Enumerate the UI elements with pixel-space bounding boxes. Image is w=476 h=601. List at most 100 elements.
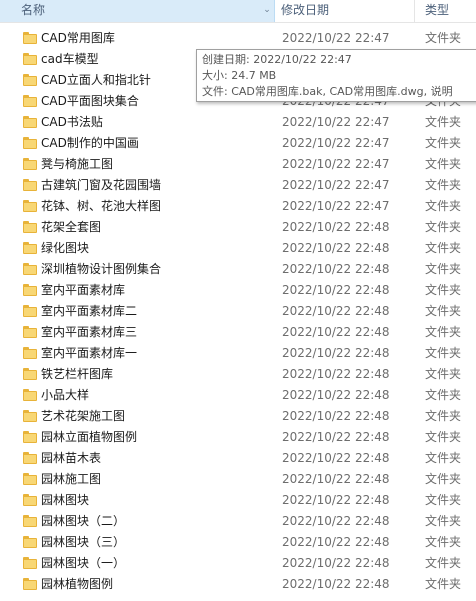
file-modified-date: 2022/10/22 22:48 [282,388,390,402]
file-modified-date: 2022/10/22 22:48 [282,346,390,360]
file-modified-date: 2022/10/22 22:48 [282,325,390,339]
file-type: 文件夹 [425,556,462,570]
file-modified-date: 2022/10/22 22:48 [282,556,390,570]
file-type: 文件夹 [425,493,462,507]
file-name: CAD制作的中国画 [41,136,139,150]
file-type: 文件夹 [425,178,462,192]
file-row[interactable]: 花架全套图 2022/10/22 22:48 文件夹 [0,217,476,238]
file-modified-date: 2022/10/22 22:47 [282,157,390,171]
file-row[interactable]: 古建筑门窗及花园围墙 2022/10/22 22:47 文件夹 [0,175,476,196]
file-modified-date: 2022/10/22 22:48 [282,472,390,486]
file-type: 文件夹 [425,136,462,150]
file-type: 文件夹 [425,241,462,255]
file-row[interactable]: 园林苗木表 2022/10/22 22:48 文件夹 [0,448,476,469]
file-modified-date: 2022/10/22 22:47 [282,178,390,192]
folder-icon [23,578,37,590]
file-name: 室内平面素材库一 [41,346,138,360]
file-type: 文件夹 [425,220,462,234]
file-type: 文件夹 [425,367,462,381]
folder-icon [23,242,37,254]
file-row[interactable]: 园林图块（三） 2022/10/22 22:48 文件夹 [0,532,476,553]
file-name: 小品大样 [41,388,90,402]
folder-icon [23,515,37,527]
folder-icon [23,284,37,296]
file-type: 文件夹 [425,514,462,528]
file-list: CAD常用图库 2022/10/22 22:47 文件夹 cad车模型 2022/10/… [0,28,476,595]
file-type: 文件夹 [425,115,462,129]
file-type: 文件夹 [425,304,462,318]
file-type: 文件夹 [425,283,462,297]
file-name: cad车模型 [41,52,99,66]
file-modified-date: 2022/10/22 22:48 [282,409,390,423]
file-modified-date: 2022/10/22 22:48 [282,367,390,381]
folder-icon [23,494,37,506]
column-header-date-label: 修改日期 [281,3,330,17]
file-row[interactable]: CAD常用图库 2022/10/22 22:47 文件夹 [0,28,476,49]
file-row[interactable]: 室内平面素材库二 2022/10/22 22:48 文件夹 [0,301,476,322]
file-row[interactable]: CAD书法贴 2022/10/22 22:47 文件夹 [0,112,476,133]
file-row[interactable]: 园林立面植物图例 2022/10/22 22:48 文件夹 [0,427,476,448]
file-type: 文件夹 [425,31,462,45]
file-name: 室内平面素材库二 [41,304,138,318]
file-row[interactable]: 园林图块（二） 2022/10/22 22:48 文件夹 [0,511,476,532]
file-row[interactable]: 园林施工图 2022/10/22 22:48 文件夹 [0,469,476,490]
file-row[interactable]: 室内平面素材库一 2022/10/22 22:48 文件夹 [0,343,476,364]
file-type: 文件夹 [425,262,462,276]
file-modified-date: 2022/10/22 22:48 [282,304,390,318]
column-header-name-label: 名称 [21,3,46,17]
file-modified-date: 2022/10/22 22:48 [282,430,390,444]
folder-icon [23,431,37,443]
file-name: 园林图块（二） [41,514,126,528]
file-type: 文件夹 [425,535,462,549]
file-row[interactable]: 室内平面素材库三 2022/10/22 22:48 文件夹 [0,322,476,343]
folder-icon [23,32,37,44]
file-modified-date: 2022/10/22 22:47 [282,115,390,129]
file-row[interactable]: 小品大样 2022/10/22 22:48 文件夹 [0,385,476,406]
file-type: 文件夹 [425,430,462,444]
file-row[interactable]: 园林图块 2022/10/22 22:48 文件夹 [0,490,476,511]
tooltip-created: 创建日期: 2022/10/22 22:47 [202,53,352,66]
file-modified-date: 2022/10/22 22:48 [282,451,390,465]
file-row[interactable]: 园林图块（一） 2022/10/22 22:48 文件夹 [0,553,476,574]
column-header-name[interactable]: 名称 [0,0,275,22]
file-type: 文件夹 [425,157,462,171]
folder-icon [23,557,37,569]
file-modified-date: 2022/10/22 22:48 [282,220,390,234]
folder-icon [23,200,37,212]
column-header-bar: 名称 ⌃ ⌄ 修改日期 类型 [0,0,476,23]
folder-icon [23,158,37,170]
file-row[interactable]: 铁艺栏杆图库 2022/10/22 22:48 文件夹 [0,364,476,385]
file-name: CAD平面图块集合 [41,94,139,108]
file-row[interactable]: 绿化图块 2022/10/22 22:48 文件夹 [0,238,476,259]
file-type: 文件夹 [425,325,462,339]
tooltip-size: 大小: 24.7 MB [202,69,277,82]
file-name: 凳与椅施工图 [41,157,114,171]
folder-icon [23,305,37,317]
folder-icon [23,137,37,149]
file-row[interactable]: 室内平面素材库 2022/10/22 22:48 文件夹 [0,280,476,301]
file-name: 园林苗木表 [41,451,102,465]
chevron-down-icon[interactable]: ⌄ [261,2,273,18]
folder-icon [23,95,37,107]
column-header-date[interactable]: 修改日期 [276,0,415,22]
file-row[interactable]: CAD制作的中国画 2022/10/22 22:47 文件夹 [0,133,476,154]
file-row[interactable]: 艺术花架施工图 2022/10/22 22:48 文件夹 [0,406,476,427]
file-row[interactable]: 深圳植物设计图例集合 2022/10/22 22:48 文件夹 [0,259,476,280]
file-modified-date: 2022/10/22 22:47 [282,31,390,45]
column-header-type-label: 类型 [425,3,450,17]
file-row[interactable]: 花钵、树、花池大样图 2022/10/22 22:47 文件夹 [0,196,476,217]
file-row[interactable]: 凳与椅施工图 2022/10/22 22:47 文件夹 [0,154,476,175]
folder-icon [23,74,37,86]
file-name: 室内平面素材库 [41,283,126,297]
folder-icon [23,536,37,548]
file-modified-date: 2022/10/22 22:48 [282,493,390,507]
file-modified-date: 2022/10/22 22:48 [282,241,390,255]
file-type: 文件夹 [425,451,462,465]
file-type: 文件夹 [425,346,462,360]
file-modified-date: 2022/10/22 22:48 [282,577,390,591]
folder-icon [23,179,37,191]
file-row[interactable]: 园林植物图例 2022/10/22 22:48 文件夹 [0,574,476,595]
file-type: 文件夹 [425,199,462,213]
file-name: CAD立面人和指北针 [41,73,151,87]
column-header-type[interactable]: 类型 [416,0,476,22]
